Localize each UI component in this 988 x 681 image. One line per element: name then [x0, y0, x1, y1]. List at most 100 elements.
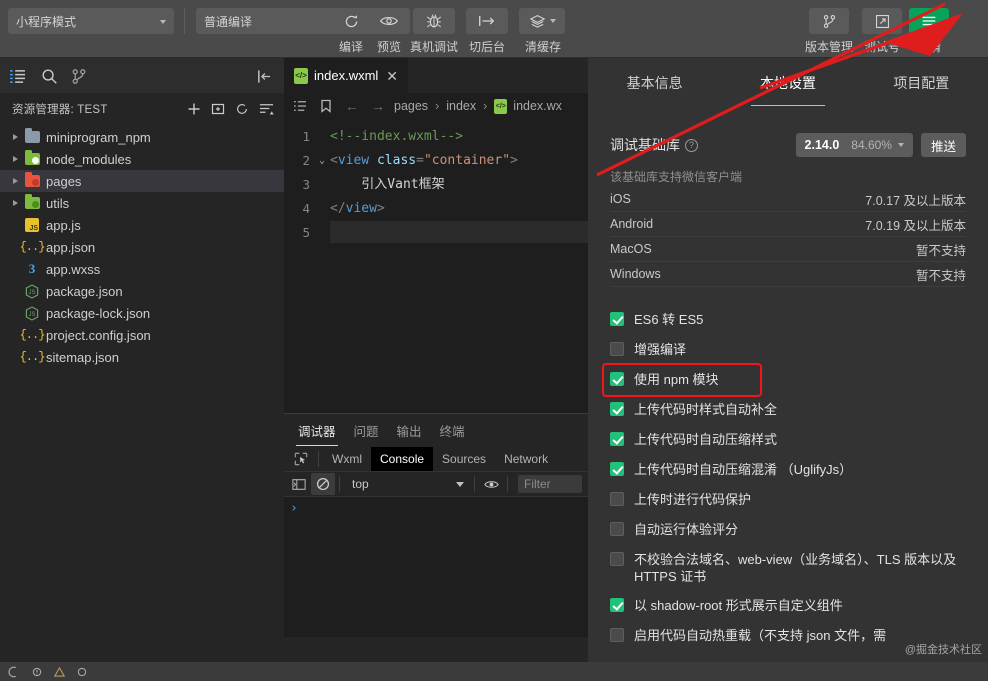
checkbox[interactable]	[610, 552, 624, 566]
file-tree-item[interactable]: JS package.json	[0, 280, 284, 302]
setting-row[interactable]: 自动运行体验评分	[610, 515, 966, 545]
push-button[interactable]: 推送	[920, 133, 966, 157]
bookmark-icon[interactable]	[316, 95, 336, 117]
setting-row[interactable]: 上传代码时样式自动补全	[610, 395, 966, 425]
clear-cache-button[interactable]	[519, 8, 565, 34]
breadcrumb-item-index[interactable]: index	[446, 99, 476, 113]
checkbox[interactable]	[610, 628, 624, 642]
chevron-down-icon	[897, 143, 904, 147]
detail-tab[interactable]: 本地设置	[721, 58, 854, 108]
status-errors-icon[interactable]	[32, 667, 42, 677]
refresh-icon	[345, 14, 357, 27]
fold-toggle[interactable]: ⌄	[314, 149, 330, 173]
help-icon[interactable]: ?	[685, 138, 698, 152]
file-tree-item[interactable]: JS package-lock.json	[0, 302, 284, 324]
setting-row[interactable]: 以 shadow-root 形式展示自定义组件	[610, 591, 966, 621]
code-editor[interactable]: 1 <!--index.wxml--> 2 ⌄ <view class="contain…	[284, 119, 588, 245]
file-tree-item[interactable]: miniprogram_npm	[0, 126, 284, 148]
support-table: iOS 7.0.17 及以上版本 Android 7.0.19 及以上版本 MacOS 暂…	[610, 187, 966, 287]
setting-row[interactable]: 上传代码时自动压缩样式	[610, 425, 966, 455]
devtools-tab-wxml[interactable]: Wxml	[323, 447, 371, 471]
devtools-tab-network[interactable]: Network	[495, 447, 557, 471]
console-context-select[interactable]: top	[344, 473, 470, 495]
checkbox[interactable]	[610, 432, 624, 446]
devtools-tab-console[interactable]: Console	[371, 446, 434, 471]
setting-row[interactable]: 使用 npm 模块	[602, 363, 762, 397]
setting-row[interactable]: ES6 转 ES5	[610, 305, 966, 335]
real-device-debug-button[interactable]	[413, 8, 455, 34]
editor-tab-index-wxml[interactable]: </> index.wxml ✕	[284, 58, 410, 93]
base-library-version-select[interactable]: 2.14.0 84.60%	[795, 133, 913, 157]
switch-background-button[interactable]	[466, 8, 508, 34]
live-expression-icon[interactable]	[479, 473, 503, 495]
detail-body: 调试基础库 ? 2.14.0 84.60% 推送 该基础库支持微信客户端 iOS…	[588, 128, 988, 651]
file-tree-item[interactable]: {..} sitemap.json	[0, 346, 284, 368]
test-account-button[interactable]	[862, 8, 902, 34]
status-remote-icon[interactable]	[8, 666, 20, 678]
checkbox[interactable]	[610, 372, 624, 386]
detail-tab[interactable]: 项目配置	[855, 58, 988, 108]
status-warnings-icon[interactable]	[54, 666, 65, 677]
debug-panel-tab[interactable]: 输出	[397, 421, 422, 446]
preview-button[interactable]	[368, 8, 410, 34]
detail-button[interactable]	[909, 8, 949, 34]
checkbox[interactable]	[610, 492, 624, 506]
breadcrumb-item-file[interactable]: index.wx	[513, 99, 562, 113]
file-tree-item[interactable]: utils	[0, 192, 284, 214]
close-icon[interactable]: ✕	[384, 69, 400, 83]
chevron-right-icon[interactable]	[8, 126, 22, 148]
setting-row[interactable]: 不校验合法域名、web-view（业务域名）、TLS 版本以及 HTTPS 证书	[610, 545, 966, 591]
debug-panel-tab[interactable]: 调试器	[296, 421, 338, 446]
refresh-explorer-button[interactable]	[230, 98, 254, 120]
file-tree-item[interactable]: {..} app.json	[0, 236, 284, 258]
collapse-panel-icon[interactable]	[246, 58, 280, 94]
debug-panel-tab[interactable]: 问题	[354, 421, 379, 446]
mode-select[interactable]: 小程序模式	[8, 8, 174, 34]
version-manage-button[interactable]	[809, 8, 849, 34]
devtools-tab-sources[interactable]: Sources	[433, 447, 495, 471]
fold-toggle[interactable]	[314, 221, 330, 245]
fold-toggle[interactable]	[314, 173, 330, 197]
outline-icon[interactable]	[290, 95, 310, 117]
fold-toggle[interactable]	[314, 197, 330, 221]
chevron-right-icon[interactable]	[8, 148, 22, 170]
collapse-all-button[interactable]	[254, 98, 278, 120]
activity-source-control-icon[interactable]	[62, 58, 96, 94]
chevron-down-icon	[549, 19, 556, 23]
file-tree-item[interactable]: JS app.js	[0, 214, 284, 236]
file-tree-item[interactable]: {..} project.config.json	[0, 324, 284, 346]
detail-tab[interactable]: 基本信息	[588, 58, 721, 108]
setting-row[interactable]: 上传代码时自动压缩混淆 （UglifyJs）	[610, 455, 966, 485]
breadcrumb-item-pages[interactable]: pages	[394, 99, 428, 113]
checkbox[interactable]	[610, 312, 624, 326]
setting-row[interactable]: 增强编译	[610, 335, 966, 365]
chevron-right-icon[interactable]	[8, 170, 22, 192]
checkbox[interactable]	[610, 342, 624, 356]
activity-explorer-icon[interactable]	[0, 58, 34, 94]
clear-console-icon[interactable]	[311, 473, 335, 495]
console-output[interactable]: ›	[284, 497, 588, 637]
nav-forward-icon[interactable]: →	[368, 98, 388, 114]
file-tree-item[interactable]: 3 app.wxss	[0, 258, 284, 280]
checkbox[interactable]	[610, 598, 624, 612]
checkbox[interactable]	[610, 522, 624, 536]
new-file-button[interactable]	[182, 98, 206, 120]
inspect-element-icon[interactable]	[288, 447, 314, 471]
console-filter-input[interactable]: Filter	[518, 475, 582, 493]
new-folder-button[interactable]	[206, 98, 230, 120]
debug-panel-tab[interactable]: 终端	[440, 421, 465, 446]
file-tree-item[interactable]: node_modules	[0, 148, 284, 170]
setting-label: 上传时进行代码保护	[634, 492, 752, 507]
activity-search-icon[interactable]	[32, 58, 66, 94]
nav-back-icon[interactable]: ←	[342, 98, 362, 114]
checkbox[interactable]	[610, 402, 624, 416]
console-sidebar-icon[interactable]	[287, 473, 311, 495]
fold-toggle[interactable]	[314, 125, 330, 149]
compile-button[interactable]	[330, 8, 372, 34]
file-tree-item[interactable]: pages	[0, 170, 284, 192]
setting-label: 自动运行体验评分	[634, 522, 739, 537]
checkbox[interactable]	[610, 462, 624, 476]
setting-row[interactable]: 上传时进行代码保护	[610, 485, 966, 515]
chevron-right-icon[interactable]	[8, 192, 22, 214]
status-info-icon[interactable]	[77, 667, 87, 677]
